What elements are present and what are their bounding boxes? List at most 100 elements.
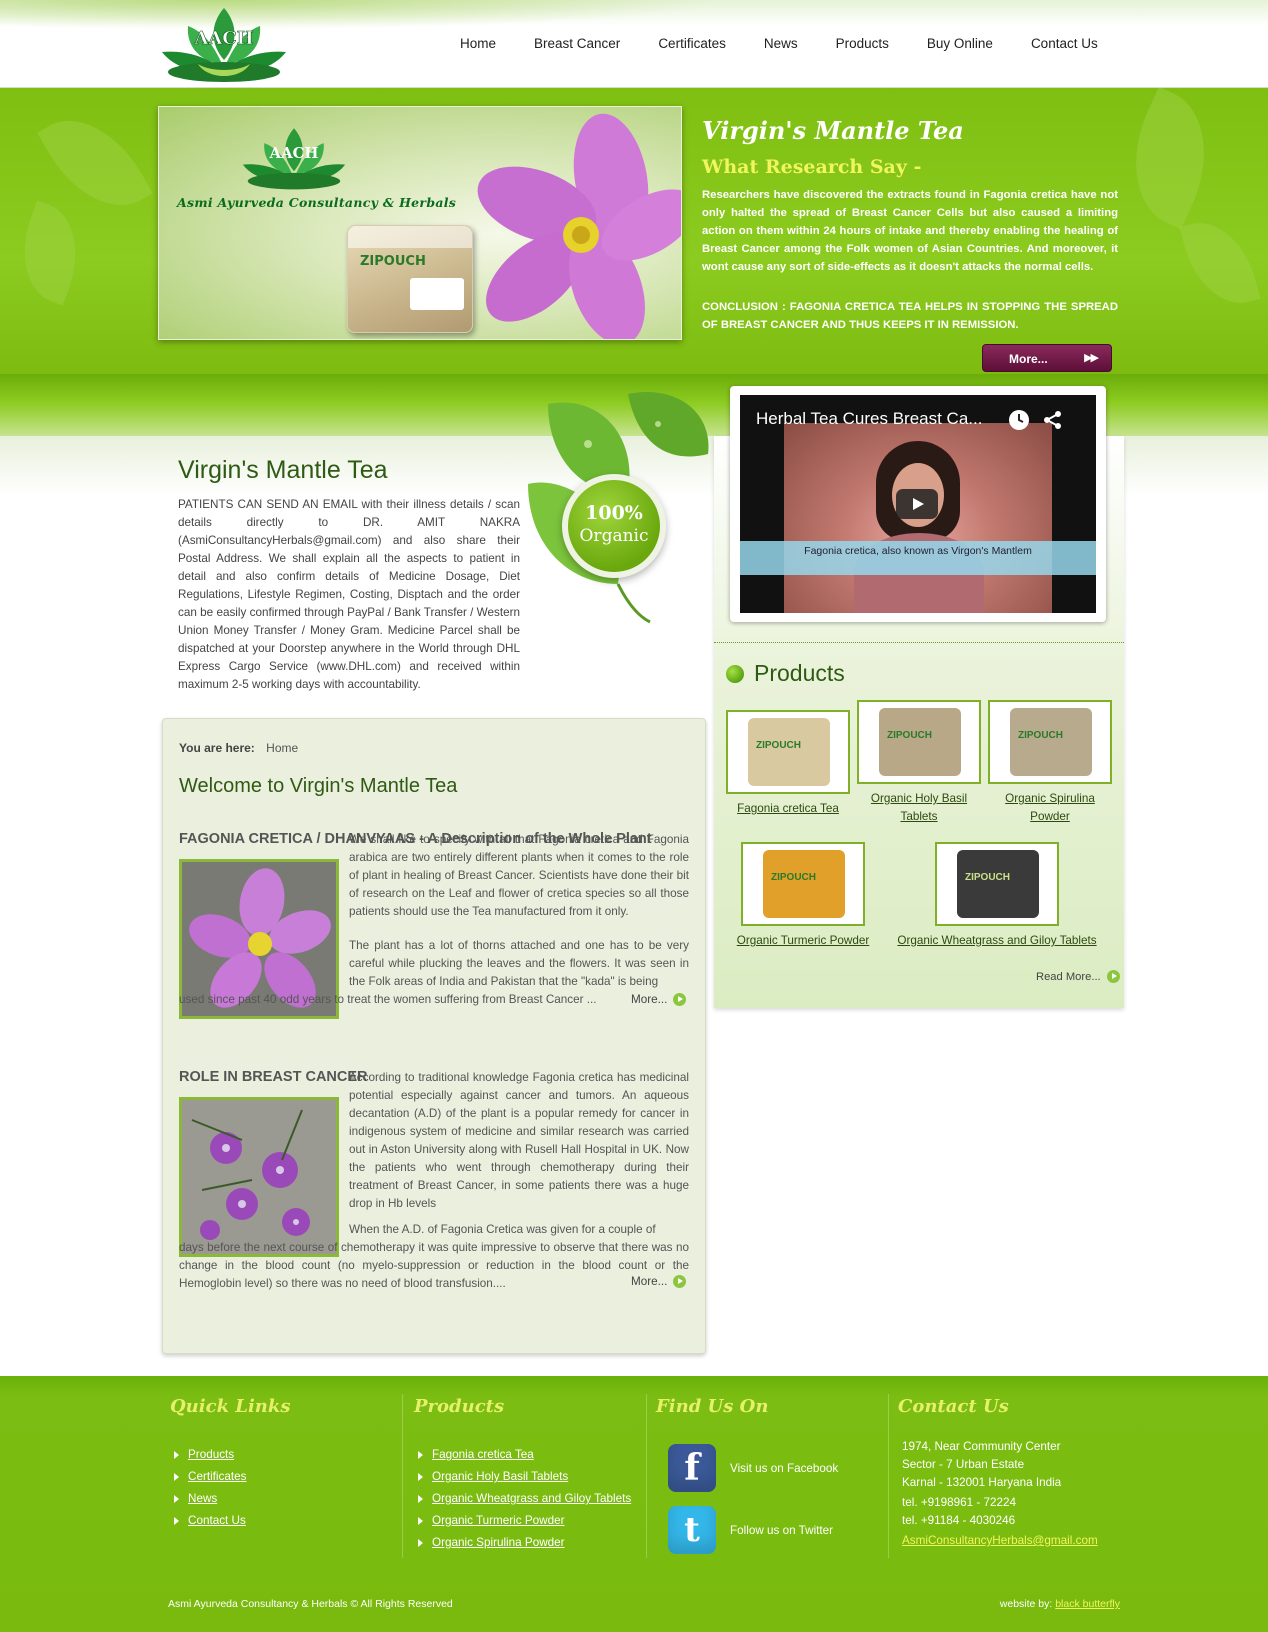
footer-divider	[888, 1394, 889, 1558]
product-label[interactable]: Organic Spirulina Powder	[984, 790, 1116, 826]
video-embed[interactable]: Herbal Tea Cures Breast Ca... Fagonia cr…	[730, 386, 1106, 622]
svg-text:AACH: AACH	[269, 144, 319, 162]
product-thumbnail[interactable]: ZIPOUCH	[935, 842, 1059, 926]
footer-product-link[interactable]: Organic Turmeric Powder	[414, 1510, 634, 1532]
hero-research-text: Researchers have discovered the extracts…	[702, 189, 1118, 273]
pouch-image: ZIPOUCH	[1010, 708, 1092, 776]
section2-paragraph-2: When the A.D. of Fagonia Cretica was giv…	[349, 1223, 656, 1236]
badge-word: Organic	[579, 526, 649, 546]
intro-text: PATIENTS CAN SEND AN EMAIL with their il…	[178, 498, 520, 691]
footer-contact-heading: Contact Us	[898, 1396, 1009, 1417]
twitter-link-label: Follow us on Twitter	[730, 1523, 834, 1537]
products-heading: Products	[726, 660, 845, 687]
product-label[interactable]: Fagonia cretica Tea	[722, 800, 854, 818]
arrow-circle-icon	[673, 993, 687, 1006]
badge-percent: 100%	[585, 502, 643, 524]
product-holy-basil-tablets[interactable]: ZIPOUCH Organic Holy Basil Tablets	[853, 700, 985, 826]
more-button-label: More...	[1009, 352, 1048, 366]
products-read-more-link[interactable]: Read More...	[1036, 970, 1120, 983]
footer-product-link[interactable]: Organic Spirulina Powder	[414, 1532, 634, 1554]
pouch-image: ZIPOUCH	[879, 708, 961, 776]
leaf-decoration	[1179, 211, 1261, 315]
site-footer: Quick Links Products Certificates News C…	[0, 1376, 1268, 1632]
footer-find-us-heading: Find Us On	[656, 1396, 769, 1417]
product-label[interactable]: Organic Turmeric Powder	[736, 932, 870, 950]
pouch-image: ZIPOUCH	[748, 718, 830, 786]
product-label[interactable]: Organic Holy Basil Tablets	[853, 790, 985, 826]
double-chevron-right-icon: ▶▶	[1084, 352, 1099, 364]
read-more-label: Read More...	[1036, 970, 1101, 983]
hero-band: AACH Asmi Ayurveda Consultancy & Herbals…	[0, 88, 1268, 374]
credit-label: website by:	[999, 1598, 1053, 1610]
intro-title: Virgin's Mantle Tea	[178, 456, 388, 484]
share-icon[interactable]	[1042, 409, 1064, 436]
product-thumbnail[interactable]: ZIPOUCH	[741, 842, 865, 926]
twitter-link[interactable]: t Follow us on Twitter	[668, 1506, 833, 1554]
video-title[interactable]: Herbal Tea Cures Breast Ca...	[756, 409, 982, 429]
main-content-box: You are here: Home Welcome to Virgin's M…	[162, 718, 706, 1354]
footer-product-link[interactable]: Fagonia cretica Tea	[414, 1444, 634, 1466]
footer-product-link[interactable]: Organic Holy Basil Tablets	[414, 1466, 634, 1488]
credit-link[interactable]: black butterfly	[1055, 1598, 1120, 1610]
footer-divider	[646, 1394, 647, 1558]
organic-badge: 100% Organic	[562, 474, 666, 578]
watch-later-clock-icon[interactable]	[1008, 409, 1030, 436]
breadcrumb-home[interactable]: Home	[266, 741, 298, 755]
nav-contact-us[interactable]: Contact Us	[1031, 36, 1098, 51]
green-bullet-icon	[726, 664, 744, 683]
section2-paragraph-1: According to traditional knowledge Fagon…	[349, 1071, 689, 1210]
video-player[interactable]: Herbal Tea Cures Breast Ca... Fagonia cr…	[740, 395, 1096, 613]
pouch-image: ZIPOUCH	[763, 850, 845, 918]
footer-link-contact-us[interactable]: Contact Us	[170, 1510, 246, 1532]
nav-products[interactable]: Products	[836, 36, 889, 51]
facebook-link[interactable]: f Visit us on Facebook	[668, 1444, 838, 1492]
breadcrumb-label: You are here:	[179, 741, 255, 755]
site-logo[interactable]: AACH	[158, 4, 290, 84]
product-spirulina-powder[interactable]: ZIPOUCH Organic Spirulina Powder	[984, 700, 1116, 826]
hero-title: Virgin's Mantle Tea	[702, 116, 964, 145]
contact-address-3: Karnal - 132001 Haryana India	[902, 1476, 1062, 1489]
zipouch-product-image: ZIPOUCH	[347, 225, 473, 333]
footer-link-products[interactable]: Products	[170, 1444, 246, 1466]
section1-paragraph-1: We shall like to specify with all that F…	[349, 833, 689, 918]
product-wheatgrass-giloy-tablets[interactable]: ZIPOUCH Organic Wheatgrass and Giloy Tab…	[890, 842, 1104, 950]
banner-brand-name: Asmi Ayurveda Consultancy & Herbals	[177, 195, 457, 210]
hero-subtitle: What Research Say -	[702, 156, 922, 178]
footer-quick-links-list: Products Certificates News Contact Us	[170, 1444, 246, 1532]
products-divider	[714, 642, 1124, 643]
product-thumbnail[interactable]: ZIPOUCH	[726, 710, 850, 794]
pouch-image: ZIPOUCH	[957, 850, 1039, 918]
nav-certificates[interactable]: Certificates	[658, 36, 726, 51]
breadcrumb: You are here: Home	[179, 741, 298, 755]
svg-text:AACH: AACH	[193, 28, 253, 49]
footer-credit: website by: black butterfly	[1000, 1598, 1120, 1610]
pink-flower-image	[477, 113, 681, 339]
footer-products-list: Fagonia cretica Tea Organic Holy Basil T…	[414, 1444, 634, 1554]
nav-news[interactable]: News	[764, 36, 798, 51]
product-turmeric-powder[interactable]: ZIPOUCH Organic Turmeric Powder	[736, 842, 870, 950]
footer-link-news[interactable]: News	[170, 1488, 246, 1510]
section-title-role: ROLE IN BREAST CANCER	[179, 1069, 368, 1085]
contact-phone-1: tel. +9198961 - 72224	[902, 1496, 1017, 1509]
twitter-icon: t	[668, 1506, 716, 1554]
section1-paragraph-2-cont: used since past 40 odd years to treat th…	[179, 993, 597, 1006]
play-icon[interactable]	[896, 489, 938, 519]
section2-more-link[interactable]: More...	[631, 1275, 687, 1288]
product-thumbnail[interactable]: ZIPOUCH	[857, 700, 981, 784]
nav-home[interactable]: Home	[460, 36, 496, 51]
contact-email-link[interactable]: AsmiConsultancyHerbals@gmail.com	[902, 1534, 1098, 1547]
banner-logo-icon: AACH	[242, 128, 346, 190]
hero-more-button[interactable]: More... ▶▶	[982, 344, 1112, 372]
product-label[interactable]: Organic Wheatgrass and Giloy Tablets	[890, 932, 1104, 950]
section1-more-link[interactable]: More...	[631, 993, 687, 1006]
footer-product-link[interactable]: Organic Wheatgrass and Giloy Tablets	[414, 1488, 634, 1510]
product-fagonia-cretica-tea[interactable]: ZIPOUCH Fagonia cretica Tea	[722, 710, 854, 818]
contact-address-1: 1974, Near Community Center	[902, 1440, 1061, 1453]
product-thumbnail[interactable]: ZIPOUCH	[988, 700, 1112, 784]
more-link-label: More...	[631, 1275, 668, 1288]
footer-divider	[402, 1394, 403, 1558]
nav-breast-cancer[interactable]: Breast Cancer	[534, 36, 620, 51]
section2-paragraph-2-cont: days before the next course of chemother…	[179, 1241, 689, 1290]
footer-link-certificates[interactable]: Certificates	[170, 1466, 246, 1488]
nav-buy-online[interactable]: Buy Online	[927, 36, 993, 51]
